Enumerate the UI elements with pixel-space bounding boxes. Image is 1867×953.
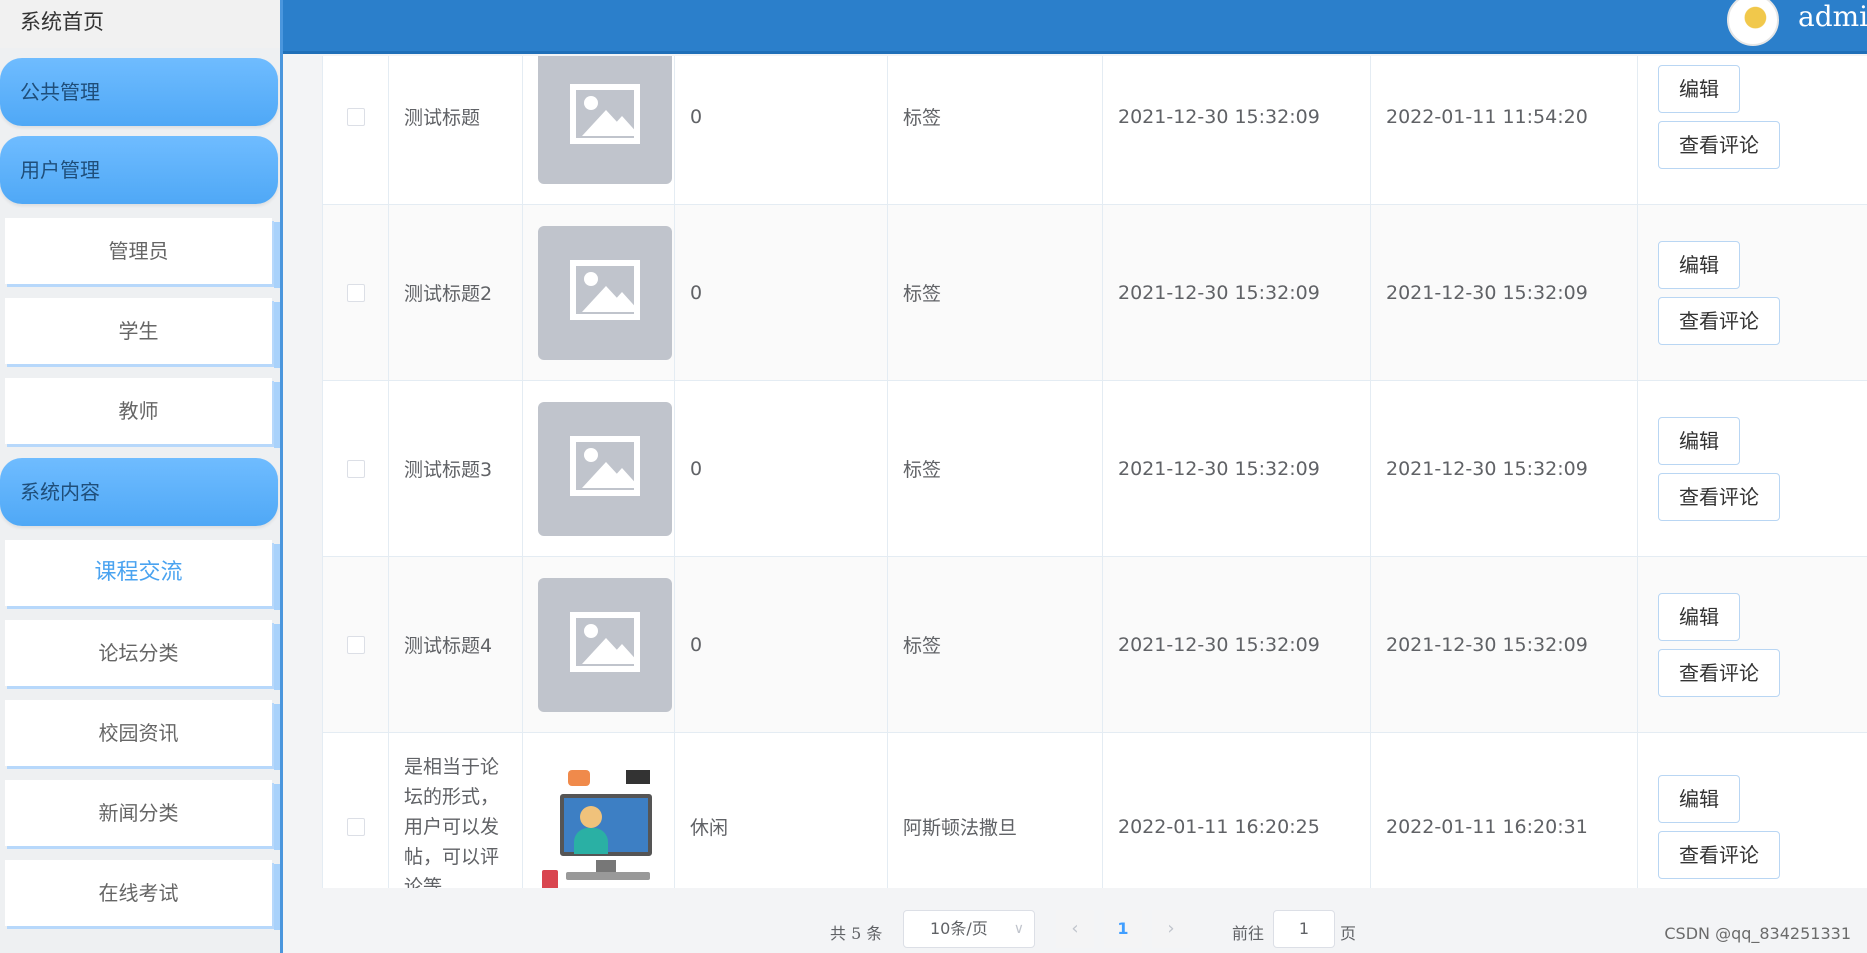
row-created-time: 2021-12-30 15:32:09 xyxy=(1102,56,1371,205)
sidebar-item-campus-news[interactable]: 校园资讯 xyxy=(5,700,282,770)
data-table: 测试标题 0 标签 2021-12-30 15:32:09 2022-01-11… xyxy=(322,56,1867,888)
row-category: 0 xyxy=(674,204,888,381)
chevron-down-icon: ∨ xyxy=(1013,921,1024,937)
pagination-total: 共 5 条 xyxy=(830,924,883,943)
row-category: 0 xyxy=(674,380,888,557)
row-created-time: 2022-01-11 16:20:25 xyxy=(1102,732,1371,888)
row-tags: 标签 xyxy=(887,380,1103,557)
edit-button[interactable]: 编辑 xyxy=(1658,64,1740,113)
row-updated-time: 2021-12-30 15:32:09 xyxy=(1370,380,1638,557)
row-created-time: 2021-12-30 15:32:09 xyxy=(1102,380,1371,557)
goto-label: 前往 xyxy=(1232,924,1265,943)
row-checkbox[interactable] xyxy=(346,459,365,478)
sidebar-item-student[interactable]: 学生 xyxy=(5,298,282,368)
row-updated-time: 2022-01-11 11:54:20 xyxy=(1370,56,1638,205)
image-placeholder-icon xyxy=(538,577,672,712)
avatar-icon[interactable] xyxy=(1727,0,1779,46)
page-size-select[interactable]: 10条/页 ∨ xyxy=(903,910,1035,948)
sidebar-item-admin[interactable]: 管理员 xyxy=(5,218,282,288)
row-checkbox[interactable] xyxy=(346,283,365,302)
row-title: 测试标题3 xyxy=(388,380,523,557)
row-tags: 标签 xyxy=(887,204,1103,381)
view-comments-button[interactable]: 查看评论 xyxy=(1658,120,1780,169)
edit-button[interactable]: 编辑 xyxy=(1658,592,1740,641)
top-header: admin xyxy=(283,0,1867,54)
sidebar-item-teacher[interactable]: 教师 xyxy=(5,378,282,448)
sidebar-item-online-exam[interactable]: 在线考试 xyxy=(5,860,282,930)
row-title: 测试标题 xyxy=(388,56,523,205)
row-title: 测试标题4 xyxy=(388,556,523,733)
menu-group-users[interactable]: 用户管理 xyxy=(0,136,278,204)
row-updated-time: 2022-01-11 16:20:31 xyxy=(1370,732,1638,888)
view-comments-button[interactable]: 查看评论 xyxy=(1658,648,1780,697)
sidebar-home[interactable]: 系统首页 xyxy=(0,0,282,48)
row-updated-time: 2021-12-30 15:32:09 xyxy=(1370,556,1638,733)
menu-group-public[interactable]: 公共管理 xyxy=(0,58,278,126)
row-title: 测试标题2 xyxy=(388,204,523,381)
image-placeholder-icon xyxy=(538,225,672,360)
page-number-1[interactable]: 1 xyxy=(1104,910,1142,948)
table-row: 测试标题3 0 标签 2021-12-30 15:32:09 2021-12-3… xyxy=(322,380,1867,557)
next-page-button[interactable]: › xyxy=(1152,910,1190,948)
row-category: 0 xyxy=(674,556,888,733)
sidebar-item-news-category[interactable]: 新闻分类 xyxy=(5,780,282,850)
row-category: 0 xyxy=(674,56,888,205)
row-tags: 标签 xyxy=(887,56,1103,205)
table-row: 测试标题 0 标签 2021-12-30 15:32:09 2022-01-11… xyxy=(322,56,1867,205)
image-placeholder-icon xyxy=(538,56,672,184)
edit-button[interactable]: 编辑 xyxy=(1658,774,1740,823)
sidebar-item-course-exchange[interactable]: 课程交流 xyxy=(5,540,282,610)
page-suffix-label: 页 xyxy=(1340,924,1357,943)
view-comments-button[interactable]: 查看评论 xyxy=(1658,830,1780,879)
row-title: 是相当于论坛的形式，用户可以发帖，可以评论等 xyxy=(388,732,523,888)
users-submenu: 管理员 学生 教师 xyxy=(0,204,282,448)
pagination: 共 5 条 10条/页 ∨ ‹ 1 › 前往 1 页 xyxy=(322,900,1867,953)
prev-page-button[interactable]: ‹ xyxy=(1056,910,1094,948)
row-checkbox[interactable] xyxy=(346,107,365,126)
image-placeholder-icon xyxy=(538,401,672,536)
content-submenu: 课程交流 论坛分类 校园资讯 新闻分类 在线考试 xyxy=(0,526,282,930)
view-comments-button[interactable]: 查看评论 xyxy=(1658,472,1780,521)
row-tags: 阿斯顿法撒旦 xyxy=(887,732,1103,888)
menu-group-content[interactable]: 系统内容 xyxy=(0,458,278,526)
online-learning-illustration xyxy=(538,759,672,888)
row-created-time: 2021-12-30 15:32:09 xyxy=(1102,204,1371,381)
row-tags: 标签 xyxy=(887,556,1103,733)
goto-page-input[interactable]: 1 xyxy=(1273,910,1335,948)
table-row: 测试标题2 0 标签 2021-12-30 15:32:09 2021-12-3… xyxy=(322,204,1867,381)
sidebar-item-forum-category[interactable]: 论坛分类 xyxy=(5,620,282,690)
edit-button[interactable]: 编辑 xyxy=(1658,240,1740,289)
edit-button[interactable]: 编辑 xyxy=(1658,416,1740,465)
table-row: 是相当于论坛的形式，用户可以发帖，可以评论等 休闲 阿斯顿法撒旦 2022-01… xyxy=(322,732,1867,888)
row-updated-time: 2021-12-30 15:32:09 xyxy=(1370,204,1638,381)
page-size-value: 10条/页 xyxy=(930,919,988,938)
row-checkbox[interactable] xyxy=(346,817,365,836)
table-row: 测试标题4 0 标签 2021-12-30 15:32:09 2021-12-3… xyxy=(322,556,1867,733)
row-category: 休闲 xyxy=(674,732,888,888)
username-label[interactable]: admin xyxy=(1798,0,1867,33)
view-comments-button[interactable]: 查看评论 xyxy=(1658,296,1780,345)
row-created-time: 2021-12-30 15:32:09 xyxy=(1102,556,1371,733)
watermark-text: CSDN @qq_834251331 xyxy=(1664,924,1851,943)
sidebar-divider xyxy=(280,0,283,953)
row-checkbox[interactable] xyxy=(346,635,365,654)
sidebar: 系统首页 公共管理 用户管理 管理员 学生 教师 系统内容 课程交流 论坛分类 … xyxy=(0,0,282,953)
